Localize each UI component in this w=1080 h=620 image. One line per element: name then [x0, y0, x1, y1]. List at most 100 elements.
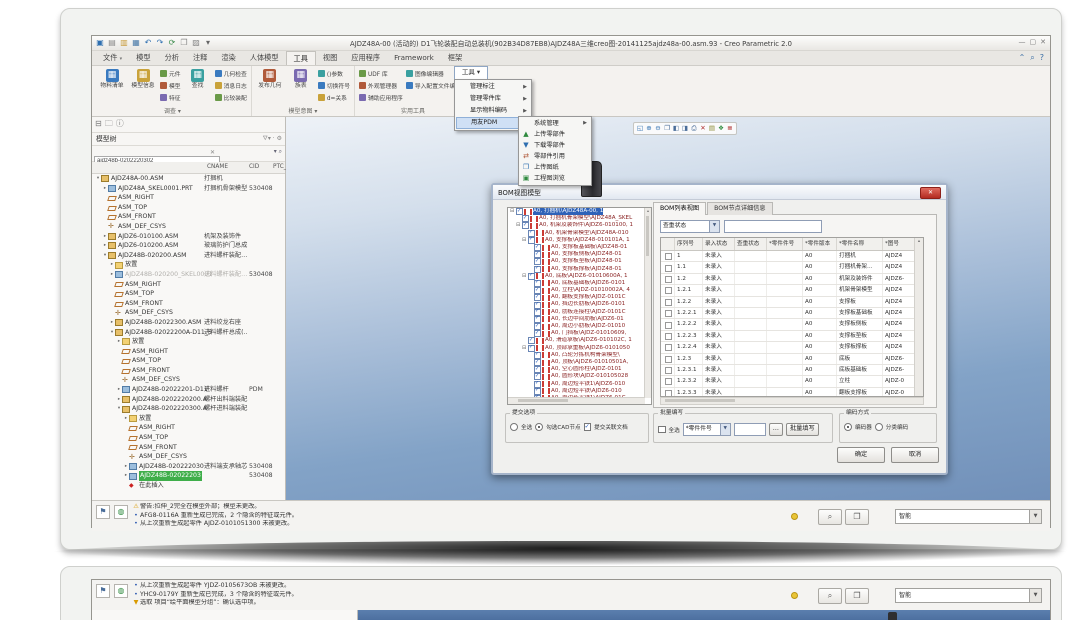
tree-row[interactable]: ▾AJDZ48B-0202220300.A螺杆进料端装配… [92, 404, 285, 414]
ribbon-button[interactable]: 外观管理器 [359, 80, 403, 91]
checkbox-checked[interactable] [534, 373, 541, 380]
dialog-tab-BOM节点详细信息[interactable]: BOM节点详细信息 [707, 202, 772, 215]
row-checkbox[interactable] [665, 344, 672, 351]
bom-tree-row[interactable]: A0, 打捆机骨架模型\AJDZ48A_SKEL [508, 215, 645, 222]
row-checkbox[interactable] [665, 333, 672, 340]
flag-icon[interactable]: ⚑ [96, 505, 110, 519]
folder-icon[interactable]: 🗀 [105, 118, 113, 131]
minimize-button[interactable]: — [1019, 38, 1026, 47]
checkbox-checked[interactable] [534, 244, 541, 251]
spin-center-icon[interactable]: ❖ [717, 123, 725, 134]
bom-tree-row[interactable]: A0, 支撑板基础板\AJDZ48-01 [508, 244, 645, 251]
row-checkbox[interactable] [665, 310, 672, 317]
tab-注释[interactable]: 注释 [186, 51, 214, 65]
tree-row[interactable]: ASM_FRONT [92, 366, 285, 376]
column-header[interactable]: *零件件号 [767, 238, 803, 250]
checkbox-checked[interactable] [528, 273, 535, 280]
submenu-item-上传图纸[interactable]: ❐上传图纸 [520, 162, 590, 173]
radio-分类编码[interactable] [875, 423, 883, 431]
submenu-item-上传零部件[interactable]: ▲上传零部件 [520, 129, 590, 140]
bom-tree-row[interactable]: A0, 支撑板撑板\AJDZ48-01 [508, 266, 645, 273]
bom-tree-row[interactable]: ⊟A0, 打捆机\AJDZ48A-00, 1 [508, 208, 645, 215]
cancel-button[interactable]: 取消 [891, 447, 939, 463]
bom-tree-row[interactable]: ⊟A0, 支撑板\AJDZ48-010101A, 1 [508, 237, 645, 244]
tree-row[interactable]: ▸AJDZ48B-020200_SKEL0001进料螺杆装配…530408 [92, 270, 285, 280]
dialog-tab-BOM列表视图[interactable]: BOM列表视图 [653, 202, 706, 215]
checkbox-checked[interactable] [534, 352, 541, 359]
chevron-down-icon[interactable]: ▼ [1029, 510, 1041, 523]
selection-filter-combobox[interactable]: 智能 ▼ [895, 509, 1042, 524]
row-checkbox[interactable] [665, 276, 672, 283]
tree-row[interactable]: ▾AJDZ48B-020200.ASM进料螺杆装配… [92, 251, 285, 261]
tab-人体模型[interactable]: 人体模型 [243, 51, 286, 65]
bom-tree-vscrollbar[interactable]: ▴ [644, 208, 651, 398]
checkbox-checked[interactable] [534, 294, 541, 301]
bom-tree-row[interactable]: A0, 长边中间肋板\AJDZ6-01 [508, 316, 645, 323]
info-icon[interactable]: ⓘ [116, 118, 124, 131]
tab-Framework[interactable]: Framework [387, 51, 441, 65]
bom-table-row[interactable]: 1.2.2.2未录入A0支撑板侧板AJDZ4 [661, 319, 923, 330]
checkbox-checked[interactable] [534, 251, 541, 258]
checkbox-checked[interactable] [534, 366, 541, 373]
zoom-in-icon[interactable]: ⊕ [645, 123, 653, 134]
tree-row[interactable]: ASM_FRONT [92, 212, 285, 222]
ribbon-button[interactable]: 模型 [160, 80, 181, 91]
batch-field-dropdown[interactable]: *零件件号▼ [683, 423, 731, 436]
checkbox-checked[interactable] [522, 222, 529, 229]
ribbon-button[interactable]: ▦物料清单 [98, 68, 126, 89]
column-header[interactable]: 录入状态 [703, 238, 735, 250]
radio-勾选CAD节点[interactable] [535, 423, 543, 431]
column-header[interactable]: 序列号 [675, 238, 703, 250]
collapse-ribbon-icon[interactable]: ⌃ [1019, 52, 1026, 63]
bom-table-vscrollbar[interactable]: ▴ [914, 238, 923, 396]
chevron-down-icon[interactable]: ▼ [1029, 589, 1041, 602]
tree-row[interactable]: ▸放置 [92, 337, 285, 347]
bom-tree-row[interactable]: A0, 顶板\AJDZ6-01010501A, [508, 359, 645, 366]
display-style-icon[interactable]: ◨ [681, 123, 689, 134]
ribbon-button[interactable]: 消息日志 [215, 80, 247, 91]
selection-filter-combobox-2[interactable]: 智能 ▼ [895, 588, 1042, 603]
tab-工具[interactable]: 工具 [286, 51, 316, 65]
select-box-button[interactable]: ❐ [845, 509, 869, 525]
bom-tree-row[interactable]: A0, 翻板支撑板\AJDZ-0101C [508, 294, 645, 301]
bom-table-row[interactable]: 1未录入A0打捆机AJDZ4 [661, 251, 923, 262]
checkbox-提交关联文档[interactable] [584, 423, 592, 431]
bom-tree-row[interactable]: ⊟A0, 底板\AJDZ6-01010600A, 1 [508, 273, 645, 280]
tab-视图[interactable]: 视图 [316, 51, 344, 65]
submenu-item-零部件引用[interactable]: ⇄零部件引用 [520, 151, 590, 162]
shading-icon[interactable]: ◧ [672, 123, 680, 134]
batch-fill-button[interactable]: 批量填写 [786, 423, 819, 436]
checkbox-checked[interactable] [528, 337, 535, 344]
bom-tree-row[interactable]: A0, 圆形块\AJDZ-010105028 [508, 373, 645, 380]
checkbox-checked[interactable] [534, 381, 541, 388]
tab-框架[interactable]: 框架 [441, 51, 469, 65]
tree-columns-icon[interactable]: ⊟ [95, 118, 102, 131]
tree-row[interactable]: ▸AJDZ48B-02022300.ASM进料绞龙右座 [92, 318, 285, 328]
ribbon-button[interactable]: ▦查找 [184, 68, 212, 89]
tab-渲染[interactable]: 渲染 [214, 51, 242, 65]
checkbox-checked[interactable] [534, 266, 541, 273]
checkbox-checked[interactable] [534, 258, 541, 265]
column-header[interactable]: *零件名称 [837, 238, 883, 250]
tree-row[interactable]: ASM_TOP [92, 433, 285, 443]
tab-分析[interactable]: 分析 [158, 51, 186, 65]
search-icon[interactable]: ⌕ [1030, 52, 1034, 63]
bom-table-row[interactable]: 1.2.2.4未录入A0支撑板撑板AJDZ4 [661, 342, 923, 353]
bom-tree-row[interactable]: A0, 底板基础板\AJDZ6-0101 [508, 280, 645, 287]
row-checkbox[interactable] [665, 253, 672, 260]
tools-overflow-button[interactable]: 工具 ▾ [454, 66, 488, 80]
checkbox-checked[interactable] [528, 345, 535, 352]
repaint-icon[interactable]: ❐ [663, 123, 671, 134]
checkbox-checked[interactable] [534, 388, 541, 395]
ok-button[interactable]: 确定 [837, 447, 885, 463]
tree-row[interactable]: ASM_FRONT [92, 443, 285, 453]
bom-table-row[interactable]: 1.2.3.2未录入A0立柱AJDZ-0 [661, 376, 923, 387]
checkbox-checked[interactable] [522, 215, 529, 222]
tree-row[interactable]: ASM_DEF_CSYS [92, 452, 285, 462]
ribbon-group-label[interactable]: 模型意图 ▾ [252, 106, 354, 115]
tree-row[interactable]: ASM_DEF_CSYS [92, 222, 285, 232]
tab-文件[interactable]: 文件 ▾ [96, 51, 129, 65]
row-checkbox[interactable] [665, 367, 672, 374]
checkbox-checked[interactable] [528, 230, 535, 237]
tree-row[interactable]: ASM_RIGHT [92, 423, 285, 433]
